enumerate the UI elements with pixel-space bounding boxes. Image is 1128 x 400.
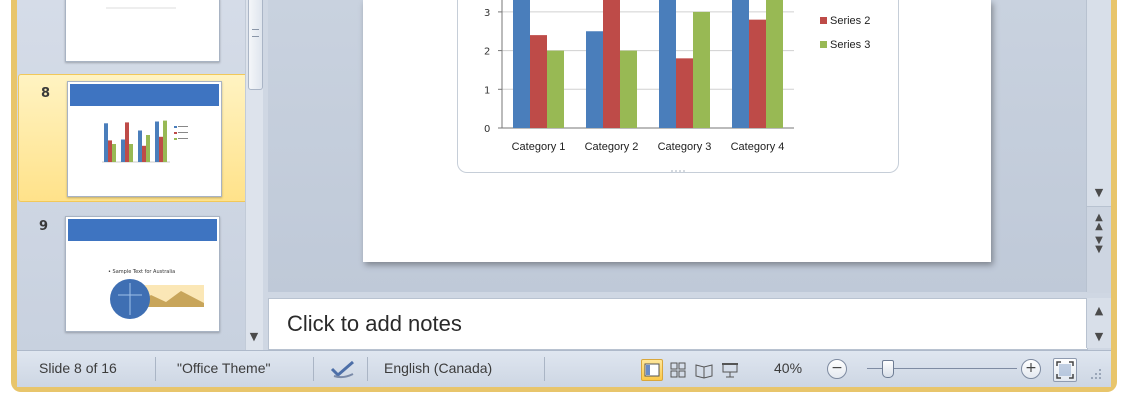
mini-bar xyxy=(129,144,133,162)
globe-landscape-image xyxy=(110,279,204,319)
mini-bar xyxy=(112,144,116,162)
y-tick-label: 2 xyxy=(484,47,490,58)
previous-slide-icon[interactable]: ▲ ▲ xyxy=(1091,213,1107,232)
thumbnail-scrollbar[interactable]: ▼ xyxy=(245,0,263,350)
y-tick-label: 0 xyxy=(484,124,490,135)
resize-grip-icon[interactable] xyxy=(1087,365,1103,381)
bar xyxy=(603,0,620,128)
slide-thumbnail[interactable] xyxy=(67,81,222,197)
thumbnail-slide-9[interactable]: 9 • Sample Text for Australia xyxy=(17,208,245,338)
x-tick-label: Category 2 xyxy=(585,141,639,153)
divider xyxy=(367,357,368,381)
status-bar: Slide 8 of 16 "Office Theme" English (Ca… xyxy=(17,350,1111,387)
bar xyxy=(693,11,710,128)
scroll-down-icon[interactable]: ▼ xyxy=(1091,330,1107,343)
thumbnail-slide-7[interactable] xyxy=(17,0,245,68)
x-tick-label: Category 4 xyxy=(731,141,785,153)
mini-bar xyxy=(142,145,146,162)
bar xyxy=(766,0,783,128)
bar xyxy=(659,0,676,128)
slide-number: 9 xyxy=(39,219,49,234)
slide-sorter-button[interactable] xyxy=(667,359,689,381)
minus-icon: − xyxy=(831,360,843,376)
next-slide-icon[interactable]: ▼ ▼ xyxy=(1091,236,1107,255)
mini-bar xyxy=(108,140,112,162)
scroll-down-icon[interactable]: ▼ xyxy=(246,330,262,343)
slide-scrollbar[interactable]: ▼ ▲ ▲ ▼ ▼ xyxy=(1086,0,1111,293)
notes-placeholder[interactable]: Click to add notes xyxy=(287,311,462,337)
theme-name[interactable]: "Office Theme" xyxy=(177,360,270,376)
current-slide[interactable]: 0 1 2 3 Category 1 Category 2 Category 3 Categ… xyxy=(363,0,991,262)
scroll-up-icon[interactable]: ▲ xyxy=(1091,304,1107,317)
y-tick-label: 1 xyxy=(484,85,490,96)
mini-bar-chart xyxy=(102,120,188,163)
zoom-slider-thumb[interactable] xyxy=(882,360,895,378)
mini-bar xyxy=(159,136,163,162)
spelling-check-icon[interactable] xyxy=(329,359,357,379)
reading-view-icon xyxy=(695,364,713,379)
mini-bar xyxy=(121,139,125,162)
slide-sorter-icon xyxy=(670,362,686,378)
slide-show-button[interactable] xyxy=(719,359,741,381)
zoom-level[interactable]: 40% xyxy=(774,360,802,376)
mini-bar xyxy=(163,120,167,162)
slide-editing-area: 0 1 2 3 Category 1 Category 2 Category 3 Categ… xyxy=(268,0,1086,292)
bar xyxy=(530,35,547,129)
divider xyxy=(313,357,314,381)
mini-bar xyxy=(104,123,108,162)
slide-title-bar xyxy=(68,219,217,241)
legend-label: Series 2 xyxy=(830,15,870,27)
thumbnail-body-text: • Sample Text for Australia xyxy=(108,269,176,275)
normal-view-button[interactable] xyxy=(641,359,663,381)
language-indicator[interactable]: English (Canada) xyxy=(384,360,492,376)
mini-bar xyxy=(138,130,142,162)
chart-frame[interactable]: 0 1 2 3 Category 1 Category 2 Category 3 Categ… xyxy=(457,0,899,173)
bar xyxy=(620,50,637,128)
reading-view-button[interactable] xyxy=(693,359,715,381)
mini-bar xyxy=(146,135,150,162)
bar-chart: 0 1 2 3 Category 1 Category 2 Category 3 Categ… xyxy=(484,0,870,172)
slide-thumbnail[interactable] xyxy=(65,0,220,62)
mini-bar xyxy=(155,121,159,162)
fit-to-window-icon xyxy=(1056,361,1074,379)
normal-view-icon xyxy=(644,363,660,377)
divider xyxy=(544,357,545,381)
bar xyxy=(732,0,749,128)
legend-swatch xyxy=(820,41,827,48)
bar xyxy=(749,19,766,128)
scrollbar-thumb[interactable] xyxy=(248,0,263,90)
fit-to-window-button[interactable] xyxy=(1053,358,1077,382)
bar xyxy=(586,31,603,128)
thumbnail-slide-8[interactable]: 8 xyxy=(18,74,248,202)
notes-pane[interactable]: Click to add notes xyxy=(268,298,1088,350)
zoom-out-button[interactable]: − xyxy=(827,359,847,379)
plus-icon: + xyxy=(1025,360,1037,376)
legend-swatch xyxy=(820,17,827,24)
y-tick-label: 3 xyxy=(484,8,490,19)
slide-number: 8 xyxy=(41,86,51,101)
resize-handle xyxy=(671,170,685,172)
notes-scrollbar[interactable]: ▲ ▼ xyxy=(1086,298,1111,348)
mini-bar xyxy=(125,122,129,162)
x-tick-label: Category 1 xyxy=(512,141,566,153)
bar xyxy=(513,0,530,128)
legend-label: Series 3 xyxy=(830,39,870,51)
bar xyxy=(676,58,693,129)
slide-thumbnail[interactable]: • Sample Text for Australia xyxy=(65,216,220,332)
x-tick-label: Category 3 xyxy=(658,141,712,153)
slide-position[interactable]: Slide 8 of 16 xyxy=(39,360,117,376)
slide-thumbnail-pane: 8 9 • Sample Text for Australia ▼ xyxy=(17,0,263,350)
slide-show-icon xyxy=(722,363,738,378)
divider xyxy=(155,357,156,381)
scroll-down-icon[interactable]: ▼ xyxy=(1091,186,1107,199)
zoom-in-button[interactable]: + xyxy=(1021,359,1041,379)
thumbnail-text-line xyxy=(106,7,176,9)
slide-title-bar xyxy=(70,84,219,106)
bar xyxy=(547,50,564,128)
